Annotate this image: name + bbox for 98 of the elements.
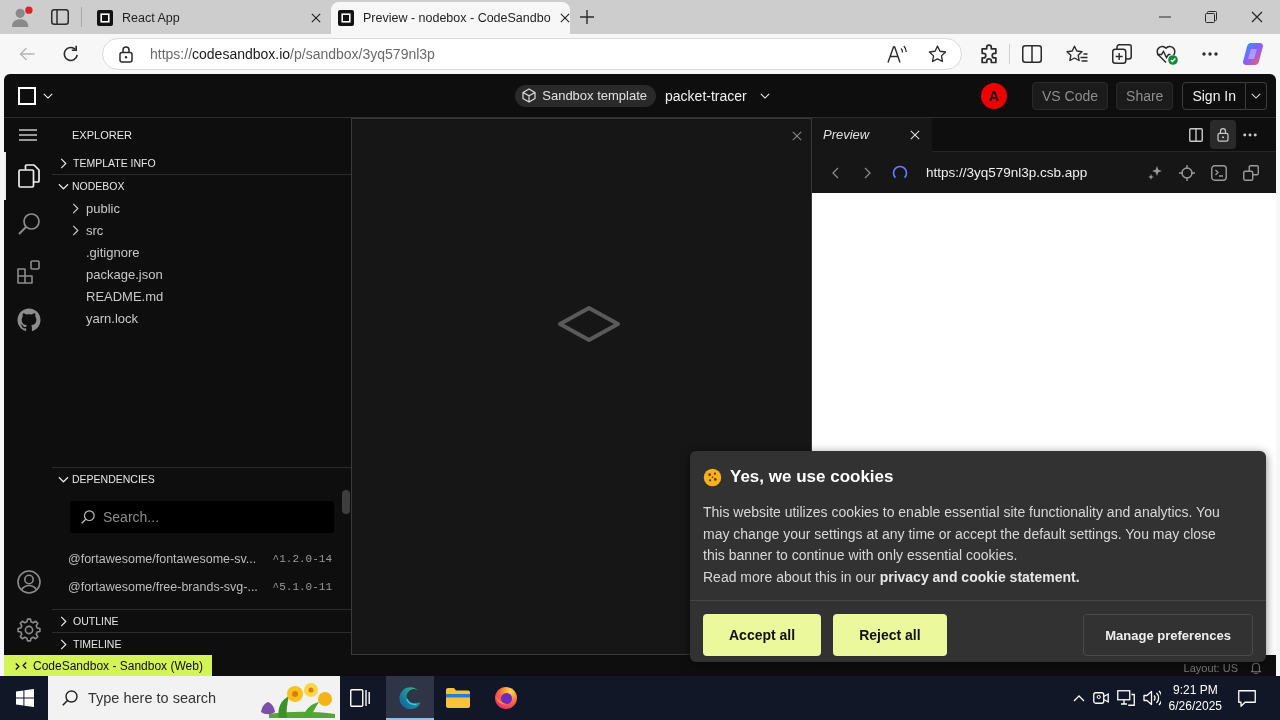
- menu-icon[interactable]: [19, 129, 37, 141]
- task-view-icon[interactable]: [350, 689, 370, 707]
- url-text[interactable]: https://3yq579nl3p.csb.app: [926, 165, 1088, 180]
- clock[interactable]: 9:21 PM 6/26/2025: [1168, 682, 1222, 714]
- profile-icon[interactable]: [11, 6, 33, 28]
- section-header[interactable]: NODEBOX: [52, 175, 351, 197]
- cookie-icon: [703, 467, 722, 487]
- chevron-up-icon[interactable]: [1072, 694, 1085, 702]
- keyboard-layout[interactable]: Layout: US: [1183, 662, 1238, 674]
- volume-icon[interactable]: [1142, 690, 1161, 706]
- open-window-icon[interactable]: [1243, 164, 1259, 181]
- bell-icon[interactable]: [1250, 661, 1262, 674]
- privacy-link[interactable]: privacy and cookie statement.: [879, 568, 1080, 585]
- section-header[interactable]: TIMELINE: [52, 633, 351, 655]
- network-icon[interactable]: [1116, 690, 1135, 706]
- section-header[interactable]: OUTLINE: [52, 610, 351, 632]
- read-more-text: Read more about this in our privacy and cookie statement.: [703, 567, 1081, 587]
- sign-in-button[interactable]: Sign In: [1182, 81, 1246, 110]
- account-icon[interactable]: [17, 570, 41, 594]
- chevron-down-icon: [1251, 92, 1261, 99]
- diamond-logo-icon: [556, 305, 621, 343]
- search-field[interactable]: Search...: [70, 501, 334, 533]
- scrollbar-thumb[interactable]: [342, 490, 350, 514]
- consent-button[interactable]: Reject all: [833, 614, 947, 656]
- new-tab-icon[interactable]: [580, 10, 594, 24]
- file-tree-item[interactable]: yarn.lock: [52, 307, 351, 329]
- split-screen-icon[interactable]: [1022, 45, 1042, 63]
- lock-icon[interactable]: [1210, 120, 1236, 149]
- terminal-icon[interactable]: [1211, 164, 1227, 181]
- dependency-version: ^1.2.0-14: [272, 553, 332, 565]
- project-dropdown[interactable]: packet-tracer: [665, 87, 770, 104]
- cat-logo-icon[interactable]: [17, 308, 41, 332]
- gradient-logo-icon[interactable]: [1242, 43, 1266, 65]
- fox-app-icon[interactable]: [494, 686, 518, 710]
- heart-pulse-icon[interactable]: [1156, 43, 1178, 65]
- crosshair-icon[interactable]: [1179, 164, 1195, 181]
- sidebar-panel-icon[interactable]: [51, 9, 69, 25]
- consent-button[interactable]: Accept all: [703, 614, 822, 656]
- manage-preferences-button[interactable]: Manage preferences: [1083, 614, 1253, 656]
- avatar[interactable]: A: [981, 82, 1007, 109]
- remote-indicator[interactable]: CodeSandbox - Sandbox (Web): [4, 655, 212, 676]
- cube-icon: [522, 88, 537, 103]
- browser-tab[interactable]: Preview - nodebox - CodeSandbo: [331, 2, 570, 34]
- lock-icon[interactable]: [119, 45, 133, 63]
- section-header[interactable]: TEMPLATE INFO: [52, 152, 351, 174]
- header-button[interactable]: Share: [1116, 81, 1174, 110]
- sidebar-title: EXPLORER: [72, 129, 132, 141]
- split-view-icon[interactable]: [1189, 127, 1203, 142]
- close-icon[interactable]: [311, 13, 321, 23]
- square-logo-icon[interactable]: [18, 86, 36, 105]
- close-icon[interactable]: [559, 13, 570, 23]
- sparkle-icon[interactable]: [1147, 164, 1163, 181]
- notification-icon[interactable]: [1238, 689, 1256, 707]
- collections-icon[interactable]: [1112, 44, 1132, 64]
- dependency-version: ^5.1.0-11: [272, 581, 332, 593]
- square-logo-icon: [338, 10, 354, 26]
- search-icon: [62, 690, 78, 706]
- browser-tab[interactable]: React App: [90, 2, 329, 34]
- restore-icon[interactable]: [1205, 11, 1217, 23]
- files-icon[interactable]: [18, 164, 40, 188]
- section-header[interactable]: DEPENDENCIES: [52, 468, 351, 490]
- video-camera-icon[interactable]: [1092, 690, 1109, 706]
- file-tree-item[interactable]: public: [52, 197, 351, 219]
- file-tree-item[interactable]: src: [52, 219, 351, 241]
- settings-icon[interactable]: [17, 618, 41, 642]
- star-icon[interactable]: [928, 45, 947, 63]
- chevron-down-icon[interactable]: [43, 92, 53, 99]
- favorites-icon[interactable]: [1066, 44, 1088, 64]
- more-icon[interactable]: [1202, 52, 1218, 56]
- swirl-app-icon[interactable]: [386, 676, 434, 720]
- back-icon[interactable]: [832, 166, 839, 179]
- folder-app-icon[interactable]: [446, 688, 470, 708]
- search-icon[interactable]: [18, 213, 40, 235]
- header-button[interactable]: VS Code: [1032, 81, 1109, 110]
- remote-icon: [15, 660, 27, 671]
- puzzle-piece-icon[interactable]: [981, 44, 997, 64]
- cookie-description: This website utilizes cookies to enable essential site functionality and analytics. You may change your settings at any time or accept the default settings. You may close this banner to continue with only essential cookies.: [703, 503, 1221, 565]
- file-tree-item[interactable]: .gitignore: [52, 241, 351, 263]
- url-text: https://codesandbox.io/p/sandbox/3yq579nl3p: [150, 46, 436, 62]
- template-label: Sandbox template: [542, 88, 648, 103]
- chevron-down-icon: [759, 92, 770, 99]
- square-logo-icon: [97, 10, 113, 26]
- close-icon[interactable]: [1251, 11, 1263, 23]
- address-field[interactable]: https://codesandbox.io/p/sandbox/3yq579nl3p: [102, 38, 962, 70]
- dependency-name[interactable]: @fortawesome/free-brands-svg-...: [68, 580, 258, 594]
- read-aloud-icon[interactable]: [887, 45, 907, 63]
- refresh-icon[interactable]: [62, 45, 80, 63]
- file-tree-item[interactable]: README.md: [52, 285, 351, 307]
- start-icon[interactable]: [16, 689, 34, 707]
- more-icon[interactable]: [1243, 132, 1257, 137]
- file-tree-item[interactable]: package.json: [52, 263, 351, 285]
- search-field[interactable]: Type here to search: [48, 676, 340, 720]
- forward-icon[interactable]: [864, 166, 871, 179]
- preview-tab[interactable]: Preview: [812, 117, 932, 152]
- dependency-name[interactable]: @fortawesome/fontawesome-sv...: [68, 552, 257, 566]
- search-icon: [81, 510, 95, 524]
- extensions-icon[interactable]: [17, 260, 41, 284]
- cookie-title: Yes, we use cookies: [730, 466, 894, 488]
